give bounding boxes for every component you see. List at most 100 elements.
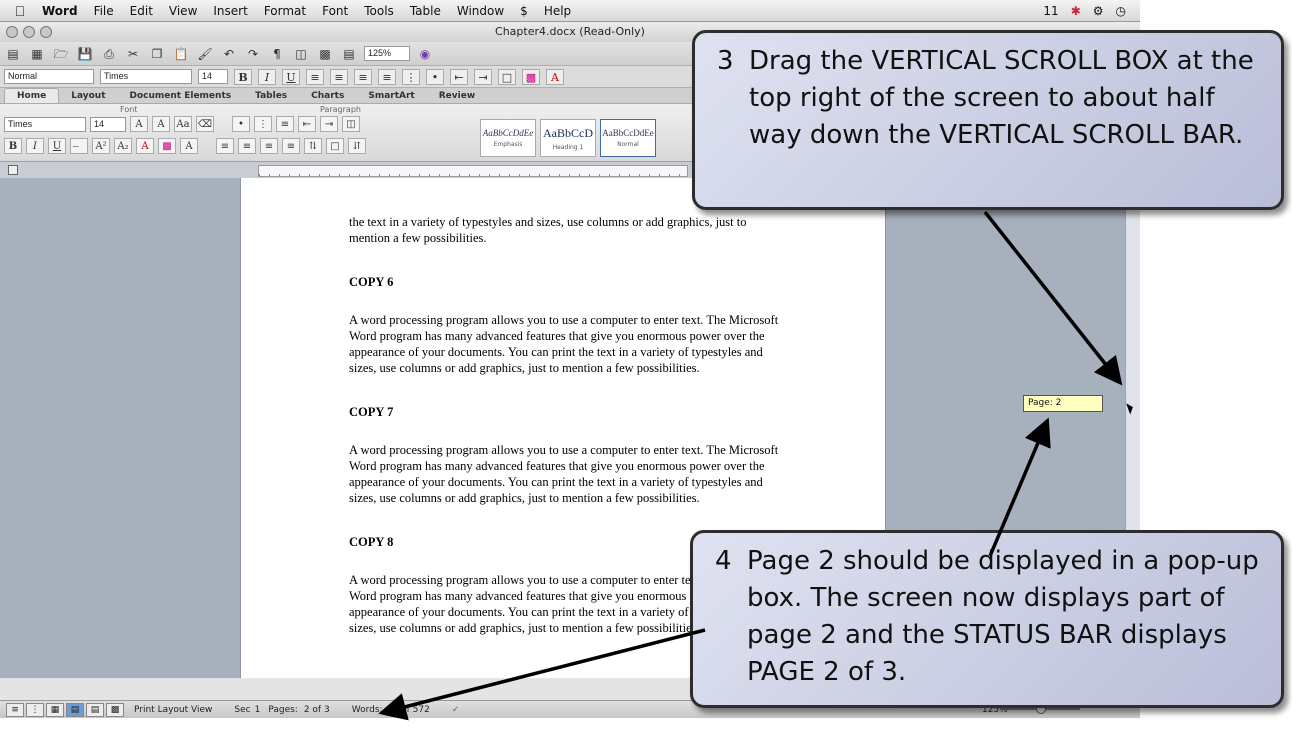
menu-help[interactable]: Help [536, 4, 579, 18]
font-select[interactable]: Times [100, 69, 192, 84]
outline-view-icon[interactable]: ⋮ [26, 702, 44, 717]
menu-app-word[interactable]: Word [34, 4, 86, 18]
spelling-check-icon[interactable]: ✓ [452, 705, 460, 715]
open-icon[interactable]: 🗁 [52, 46, 70, 62]
input-indicator[interactable]: 11 [1043, 4, 1058, 18]
copy-icon[interactable]: ❐ [148, 46, 166, 62]
menu-font[interactable]: Font [314, 4, 356, 18]
ribbon-bold-button[interactable]: B [4, 138, 22, 154]
increase-indent-icon[interactable]: ⇥ [474, 68, 492, 85]
paste-icon[interactable]: 📋 [172, 46, 190, 62]
zoom-select[interactable]: 125% [364, 46, 410, 61]
ribbon-align-left-icon[interactable]: ≡ [216, 138, 234, 154]
new-doc-icon[interactable]: ▤ [4, 46, 22, 62]
ribbon-multilevel-icon[interactable]: ≡ [276, 116, 294, 132]
bluetooth-icon[interactable]: ✱ [1071, 4, 1081, 18]
italic-button[interactable]: I [258, 68, 276, 85]
tab-home[interactable]: Home [4, 88, 60, 103]
align-center-icon[interactable]: ≡ [330, 68, 348, 85]
print-icon[interactable]: ⎙ [100, 46, 118, 62]
tab-review[interactable]: Review [427, 89, 487, 103]
menu-insert[interactable]: Insert [205, 4, 255, 18]
style-normal[interactable]: AaBbCcDdEe Normal [600, 119, 656, 157]
gear-icon[interactable]: ⚙ [1093, 4, 1104, 18]
bullet-list-icon[interactable]: • [426, 68, 444, 85]
font-size-select[interactable]: 14 [198, 69, 228, 84]
superscript-icon[interactable]: A² [92, 138, 110, 154]
subscript-icon[interactable]: A₂ [114, 138, 132, 154]
grow-font-icon[interactable]: A [130, 116, 148, 132]
format-painter-icon[interactable]: 🖌 [196, 46, 214, 62]
bold-button[interactable]: B [234, 68, 252, 85]
style-emphasis[interactable]: AaBbCcDdEe Emphasis [480, 119, 536, 157]
decrease-indent-icon[interactable]: ⇤ [450, 68, 468, 85]
underline-button[interactable]: U [282, 68, 300, 85]
menu-format[interactable]: Format [256, 4, 314, 18]
text-effects-icon[interactable]: A [180, 138, 198, 154]
shading-icon[interactable]: □ [326, 138, 344, 154]
redo-icon[interactable]: ↷ [244, 46, 262, 62]
toolbox-icon[interactable]: ▤ [340, 46, 358, 62]
menu-edit[interactable]: Edit [122, 4, 161, 18]
draft-view-icon[interactable]: ≡ [6, 702, 24, 717]
ribbon-columns-icon[interactable]: ◫ [342, 116, 360, 132]
highlight-icon[interactable]: ▩ [522, 68, 540, 85]
publishing-view-icon[interactable]: ▦ [46, 702, 64, 717]
tab-stop-icon[interactable] [8, 165, 18, 175]
sort-icon[interactable]: ⇵ [348, 138, 366, 154]
help-icon[interactable]: ◉ [416, 46, 434, 62]
tab-document-elements[interactable]: Document Elements [118, 89, 244, 103]
sidebar-icon[interactable]: ◫ [292, 46, 310, 62]
script-menu-icon[interactable]: $ [512, 4, 536, 18]
ribbon-italic-button[interactable]: I [26, 138, 44, 154]
align-right-icon[interactable]: ≡ [354, 68, 372, 85]
menu-window[interactable]: Window [449, 4, 512, 18]
shrink-font-icon[interactable]: A [152, 116, 170, 132]
full-screen-view-icon[interactable]: ▩ [106, 702, 124, 717]
tab-charts[interactable]: Charts [299, 89, 356, 103]
cut-icon[interactable]: ✂ [124, 46, 142, 62]
numbered-list-icon[interactable]: ⋮ [402, 68, 420, 85]
clock-icon[interactable]: ◷ [1116, 4, 1126, 18]
ribbon-size-select[interactable]: 14 [90, 116, 126, 132]
ribbon-outdent-icon[interactable]: ⇤ [298, 116, 316, 132]
menu-view[interactable]: View [161, 4, 205, 18]
ribbon-highlight-icon[interactable]: ▩ [158, 138, 176, 154]
menu-tools[interactable]: Tools [356, 4, 402, 18]
ribbon-indent-icon[interactable]: ⇥ [320, 116, 338, 132]
ribbon-font-select[interactable]: Times [4, 116, 86, 132]
font-color-icon[interactable]: A [546, 68, 564, 85]
save-icon[interactable]: 💾 [76, 46, 94, 62]
ribbon-align-right-icon[interactable]: ≡ [260, 138, 278, 154]
clear-format-icon[interactable]: ⌫ [196, 116, 214, 132]
align-left-icon[interactable]: ≡ [306, 68, 324, 85]
pages-value[interactable]: 2 of 3 [304, 705, 330, 715]
print-layout-view-icon[interactable]: ▤ [66, 702, 84, 717]
ribbon-numbering-icon[interactable]: ⋮ [254, 116, 272, 132]
justify-icon[interactable]: ≡ [378, 68, 396, 85]
gallery-icon[interactable]: ▩ [316, 46, 334, 62]
tab-tables[interactable]: Tables [243, 89, 299, 103]
templates-icon[interactable]: ▦ [28, 46, 46, 62]
menu-file[interactable]: File [86, 4, 122, 18]
style-heading-1[interactable]: AaBbCcD Heading 1 [540, 119, 596, 157]
line-spacing-icon[interactable]: ⇅ [304, 138, 322, 154]
change-case-icon[interactable]: Aa [174, 116, 192, 132]
notebook-view-icon[interactable]: ▤ [86, 702, 104, 717]
ribbon-underline-button[interactable]: U [48, 138, 66, 154]
borders-icon[interactable]: □ [498, 68, 516, 85]
horizontal-ruler[interactable] [258, 165, 688, 177]
pilcrow-icon[interactable]: ¶ [268, 46, 286, 62]
undo-icon[interactable]: ↶ [220, 46, 238, 62]
style-select[interactable]: Normal [4, 69, 94, 84]
tab-smartart[interactable]: SmartArt [356, 89, 426, 103]
ribbon-font-color-icon[interactable]: A [136, 138, 154, 154]
tab-layout[interactable]: Layout [59, 89, 117, 103]
ribbon-justify-icon[interactable]: ≡ [282, 138, 300, 154]
ribbon-align-center-icon[interactable]: ≡ [238, 138, 256, 154]
menu-table[interactable]: Table [402, 4, 449, 18]
apple-icon[interactable]:  [6, 3, 34, 19]
words-value[interactable]: 0 of 572 [393, 705, 430, 715]
strikethrough-icon[interactable]: ̶ [70, 138, 88, 154]
ribbon-bullets-icon[interactable]: • [232, 116, 250, 132]
